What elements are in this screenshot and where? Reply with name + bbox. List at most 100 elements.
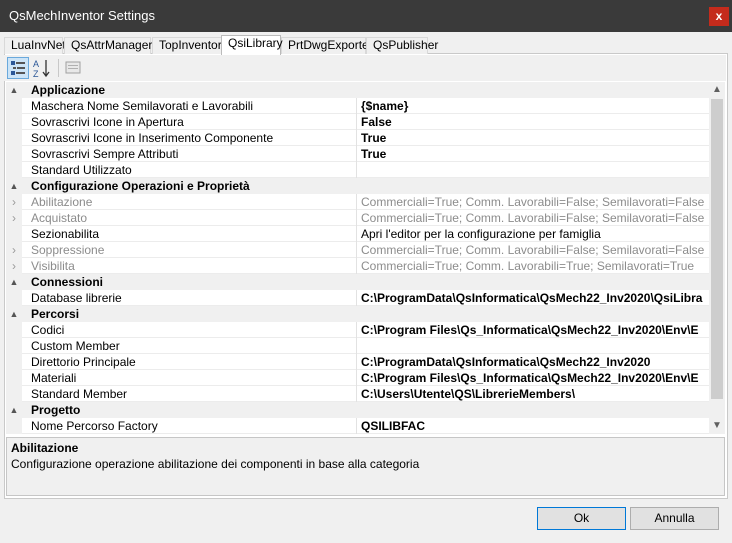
tab-qspublisher[interactable]: QsPublisher [366,37,438,54]
expand-icon [6,98,22,114]
property-value[interactable]: QSILIBFAC [361,418,709,434]
property-value[interactable]: True [361,130,709,146]
expand-icon [6,338,22,354]
property-row[interactable]: Standard Utilizzato [6,162,709,178]
property-value[interactable]: False [361,114,709,130]
categorized-icon[interactable] [7,57,29,79]
property-value[interactable]: Commerciali=True; Comm. Lavorabili=True;… [361,258,709,274]
category-label: Connessioni [31,275,104,289]
sort-letter-z: Z [33,69,39,79]
close-button[interactable]: x [709,7,729,26]
expand-icon [6,322,22,338]
property-row[interactable]: › Abilitazione Commerciali=True; Comm. Lav… [6,194,709,210]
description-panel: Abilitazione Configurazione operazione a… [6,437,725,496]
expand-icon [6,418,22,434]
category-label: Progetto [31,403,81,417]
property-row[interactable]: › Soppressione Commerciali=True; Comm. Lav… [6,242,709,258]
property-value[interactable]: True [361,146,709,162]
collapse-icon[interactable]: ▲ [6,178,22,194]
property-label: Standard Utilizzato [31,162,357,178]
category-row[interactable]: ▲ Percorsi [6,306,709,322]
category-row[interactable]: ▲ Progetto [6,402,709,418]
expand-icon [6,226,22,242]
collapse-icon[interactable]: ▲ [6,306,22,322]
expand-icon[interactable]: › [6,210,22,226]
expand-icon [6,370,22,386]
property-label: Materiali [31,370,357,386]
expand-icon[interactable]: › [6,242,22,258]
property-label: Custom Member [31,338,357,354]
property-row[interactable]: › Acquistato Commerciali=True; Comm. Lavor… [6,210,709,226]
expand-icon [6,290,22,306]
property-row[interactable]: Custom Member [6,338,709,354]
property-label: Sovrascrivi Icone in Apertura [31,114,357,130]
description-title: Abilitazione [11,441,79,455]
property-row[interactable]: Database librerie C:\ProgramData\QsInform… [6,290,709,306]
expand-icon[interactable]: › [6,258,22,274]
property-row[interactable]: Sovrascrivi Icone in Apertura False [6,114,709,130]
tab-qsattrmanager[interactable]: QsAttrManager [64,37,152,54]
property-label: Standard Member [31,386,357,402]
property-row[interactable]: Direttorio Principale C:\ProgramData\QsIn… [6,354,709,370]
property-label: Direttorio Principale [31,354,357,370]
property-label: Acquistato [31,210,357,226]
property-row[interactable]: Standard Member C:\Users\Utente\QS\Librer… [6,386,709,402]
category-row[interactable]: ▲ Applicazione [6,82,709,98]
property-grid: ▲ Applicazione Maschera Nome Semilavorati … [6,82,709,434]
tab-prtdwgexporter[interactable]: PrtDwgExporter [281,37,373,54]
property-label: Nome Percorso Factory [31,418,357,434]
property-label: Maschera Nome Semilavorati e Lavorabili [31,98,357,114]
property-row[interactable]: › Visibilita Commerciali=True; Comm. Lavor… [6,258,709,274]
collapse-icon[interactable]: ▲ [6,402,22,418]
grid-scrollbar[interactable]: ▲ ▼ [709,82,725,434]
category-row[interactable]: ▲ Configurazione Operazioni e Proprietà [6,178,709,194]
expand-icon [6,386,22,402]
property-value[interactable]: C:\Users\Utente\QS\LibrerieMembers\ [361,386,709,402]
category-label: Percorsi [31,307,80,321]
tab-qsilibrary[interactable]: QsiLibrary [221,35,283,55]
property-label: Sovrascrivi Icone in Inserimento Compone… [31,130,357,146]
property-value[interactable]: Commerciali=True; Comm. Lavorabili=False… [361,242,709,258]
property-row[interactable]: Codici C:\Program Files\Qs_Informatica\Qs… [6,322,709,338]
property-row[interactable]: Nome Percorso Factory QSILIBFAC [6,418,709,434]
property-row[interactable]: Materiali C:\Program Files\Qs_Informatica… [6,370,709,386]
scroll-up-icon[interactable]: ▲ [709,82,725,98]
property-label: Sezionabilita [31,226,357,242]
property-row[interactable]: Sezionabilita Apri l'editor per la config… [6,226,709,242]
property-value[interactable]: {$name} [361,98,709,114]
property-label: Database librerie [31,290,357,306]
property-value[interactable]: Commerciali=True; Comm. Lavorabili=False… [361,210,709,226]
property-row[interactable]: Maschera Nome Semilavorati e Lavorabili{… [6,98,709,114]
sort-letter-a: A [33,59,39,69]
property-row[interactable]: Sovrascrivi Icone in Inserimento Compone… [6,130,709,146]
title-bar: QsMechInventor Settings x [0,0,732,32]
alphabetical-icon[interactable]: A Z [31,57,53,79]
property-value[interactable]: C:\ProgramData\QsInformatica\QsMech22_In… [361,354,709,370]
tab-luainvnet[interactable]: LuaInvNet [4,37,66,54]
property-value[interactable]: Apri l'editor per la configurazione per … [361,226,709,242]
tab-topinventor[interactable]: TopInventor [152,37,222,54]
category-label: Configurazione Operazioni e Proprietà [31,179,250,193]
category-label: Applicazione [31,83,106,97]
property-value[interactable]: Commerciali=True; Comm. Lavorabili=False… [361,194,709,210]
property-value[interactable]: C:\ProgramData\QsInformatica\QsMech22_In… [361,290,709,306]
cancel-button[interactable]: Annulla [630,507,719,530]
expand-icon[interactable]: › [6,194,22,210]
property-label: Abilitazione [31,194,357,210]
property-label: Sovrascrivi Sempre Attributi [31,146,357,162]
property-label: Soppressione [31,242,357,258]
property-label: Visibilita [31,258,357,274]
property-pages-icon[interactable] [63,57,85,79]
category-row[interactable]: ▲ Connessioni [6,274,709,290]
toolbar-separator [58,59,59,77]
property-row[interactable]: Sovrascrivi Sempre Attributi True [6,146,709,162]
collapse-icon[interactable]: ▲ [6,274,22,290]
property-label: Codici [31,322,357,338]
property-value[interactable]: C:\Program Files\Qs_Informatica\QsMech22… [361,322,709,338]
collapse-icon[interactable]: ▲ [6,82,22,98]
expand-icon [6,114,22,130]
scroll-down-icon[interactable]: ▼ [709,418,725,434]
property-value[interactable]: C:\Program Files\Qs_Informatica\QsMech22… [361,370,709,386]
scroll-thumb[interactable] [711,99,723,399]
ok-button[interactable]: Ok [537,507,626,530]
